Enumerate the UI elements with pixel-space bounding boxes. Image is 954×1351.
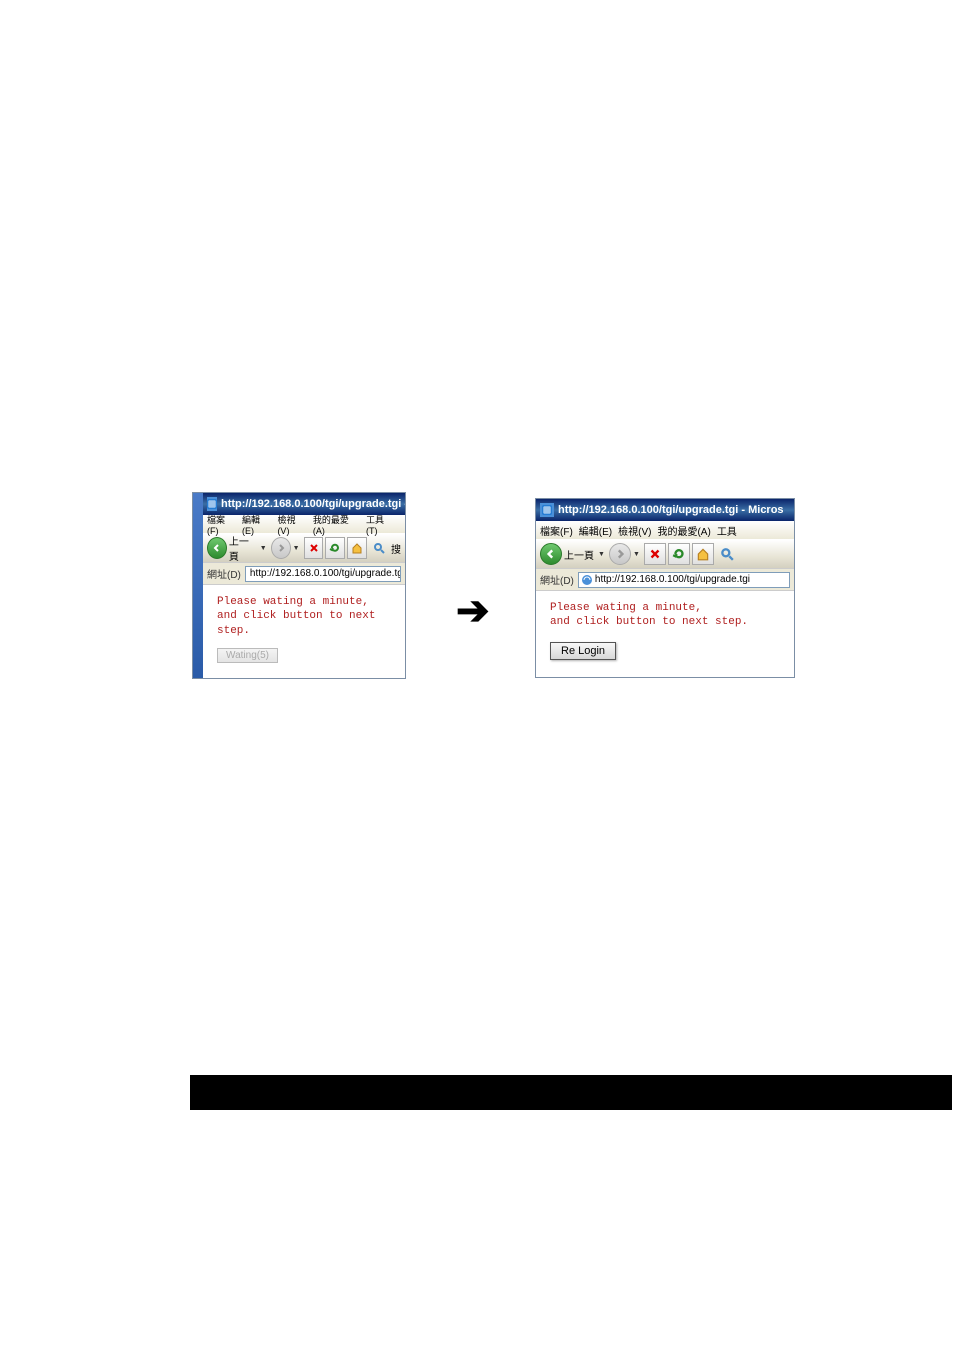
address-label: 網址(D) (207, 566, 241, 581)
address-bar: 網址(D) http://192.168.0.100/tgi/upgrade.t… (203, 563, 405, 585)
address-input[interactable]: http://192.168.0.100/tgi/upgrade.tgi (578, 572, 790, 588)
menu-tools[interactable]: 工具 (717, 523, 737, 538)
forward-dropdown-icon[interactable]: ▼ (293, 545, 300, 552)
address-url: http://192.168.0.100/tgi/upgrade.tgi (250, 568, 401, 579)
ie-page-icon (207, 497, 217, 511)
menu-file[interactable]: 檔案(F) (540, 523, 573, 538)
search-button[interactable] (369, 537, 389, 559)
message-line-2: and click button to next step. (550, 616, 748, 628)
menu-tools[interactable]: 工具(T) (366, 513, 395, 536)
search-button[interactable] (716, 543, 738, 565)
titlebar-text: http://192.168.0.100/tgi/upgrade.tgi - M… (558, 504, 784, 516)
toolbar: 上一頁 ▼ ▼ (536, 539, 794, 569)
menubar: 檔案(F) 編輯(E) 檢視(V) 我的最愛(A) 工具(T) (203, 515, 405, 533)
stop-button[interactable] (304, 537, 324, 559)
menu-favorites[interactable]: 我的最愛(A) (313, 513, 360, 536)
ie-page-icon (540, 503, 554, 517)
page-content: Please wating a minute, and click button… (203, 585, 405, 673)
titlebar: http://192.168.0.100/tgi/upgrade.tgi - M… (536, 499, 794, 521)
message-line-2: and click button to next step. (217, 610, 375, 636)
address-label: 網址(D) (540, 572, 574, 587)
back-dropdown-icon[interactable]: ▼ (598, 551, 605, 558)
home-button[interactable] (692, 543, 714, 565)
menu-view[interactable]: 檢視(V) (618, 523, 651, 538)
home-button[interactable] (347, 537, 367, 559)
back-button[interactable] (207, 537, 227, 559)
address-bar: 網址(D) http://192.168.0.100/tgi/upgrade.t… (536, 569, 794, 591)
titlebar-text: http://192.168.0.100/tgi/upgrade.tgi - M… (221, 498, 405, 510)
back-label: 上一頁 (564, 547, 594, 562)
forward-button[interactable] (609, 543, 631, 565)
toolbar: 上一頁 ▼ ▼ 搜 (203, 533, 405, 563)
menu-view[interactable]: 檢視(V) (277, 513, 306, 536)
menubar: 檔案(F) 編輯(E) 檢視(V) 我的最愛(A) 工具 (536, 521, 794, 539)
menu-favorites[interactable]: 我的最愛(A) (657, 523, 710, 538)
page-content: Please wating a minute, and click button… (536, 591, 794, 670)
search-label: 搜 (391, 541, 401, 556)
refresh-button[interactable] (668, 543, 690, 565)
message-line-1: Please wating a minute, (550, 602, 702, 614)
address-input[interactable]: http://192.168.0.100/tgi/upgrade.tgi (245, 566, 401, 582)
back-label: 上一頁 (229, 533, 256, 563)
waiting-button: Wating(5) (217, 648, 278, 663)
message-line-1: Please wating a minute, (217, 596, 369, 608)
relogin-button[interactable]: Re Login (550, 642, 616, 660)
ie-icon (581, 574, 593, 586)
browser-window-left: http://192.168.0.100/tgi/upgrade.tgi - M… (192, 492, 406, 679)
stop-button[interactable] (644, 543, 666, 565)
address-url: http://192.168.0.100/tgi/upgrade.tgi (595, 574, 750, 585)
back-button[interactable] (540, 543, 562, 565)
refresh-button[interactable] (325, 537, 345, 559)
menu-edit[interactable]: 編輯(E) (579, 523, 612, 538)
forward-button[interactable] (271, 537, 291, 559)
arrow-icon: ➔ (456, 588, 490, 634)
forward-dropdown-icon[interactable]: ▼ (633, 551, 640, 558)
back-dropdown-icon[interactable]: ▼ (260, 545, 267, 552)
left-accent-bar (193, 493, 203, 678)
black-bar (190, 1075, 952, 1110)
browser-window-right: http://192.168.0.100/tgi/upgrade.tgi - M… (535, 498, 795, 678)
